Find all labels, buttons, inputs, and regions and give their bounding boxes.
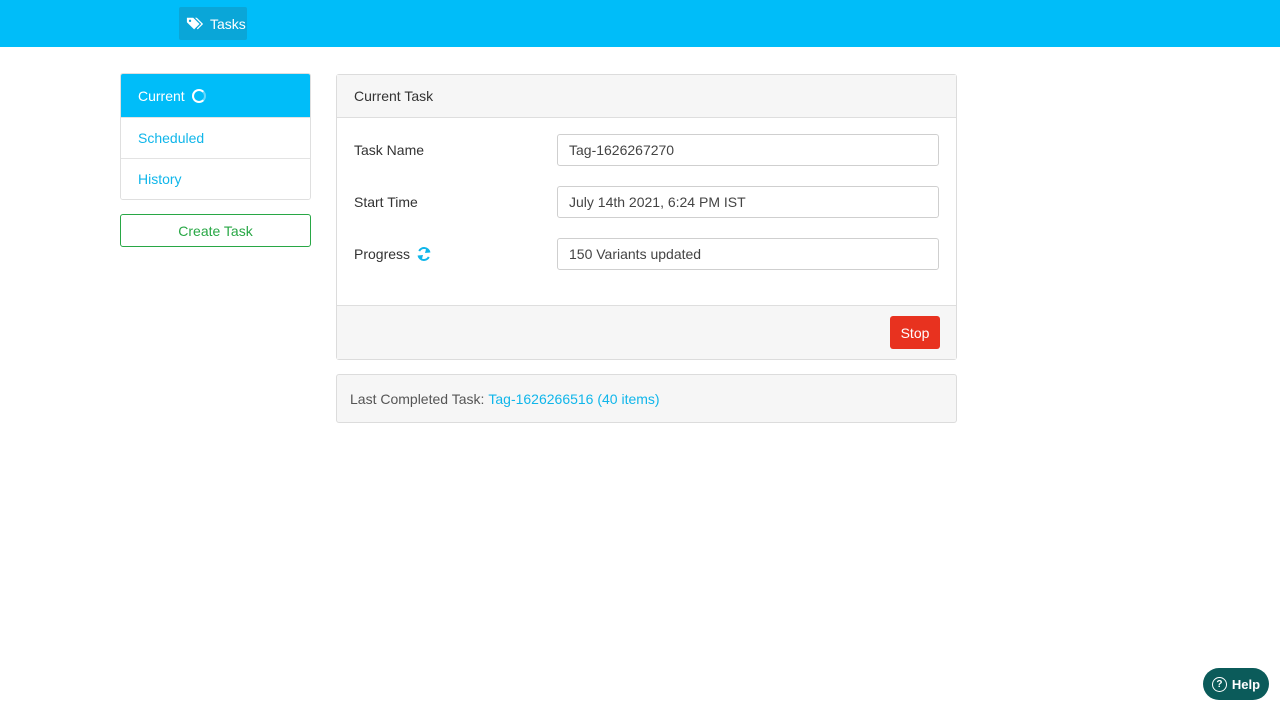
sidebar-item-label: History (138, 171, 182, 187)
loading-spinner-icon (191, 88, 206, 103)
sidebar-item-history[interactable]: History (121, 158, 310, 199)
task-name-label: Task Name (354, 142, 425, 158)
sidebar-item-scheduled[interactable]: Scheduled (121, 117, 310, 158)
sidebar-item-current[interactable]: Current (121, 74, 310, 117)
sidebar-item-label: Scheduled (138, 130, 205, 146)
start-time-label: Start Time (354, 194, 418, 210)
sidebar: Current Scheduled History Create Task (120, 73, 311, 247)
task-name-field[interactable]: Tag-1626267270 (557, 134, 939, 166)
brand-label: Tasks (210, 15, 246, 32)
sidebar-item-label: Current (138, 87, 185, 104)
start-time-row: Start Time July 14th 2021, 6:24 PM IST (354, 186, 939, 218)
last-completed-prefix: Last Completed Task: (350, 390, 485, 407)
task-nav-list: Current Scheduled History (120, 73, 311, 200)
question-circle-icon: ? (1211, 676, 1227, 692)
start-time-field[interactable]: July 14th 2021, 6:24 PM IST (557, 186, 939, 218)
task-name-row: Task Name Tag-1626267270 (354, 134, 939, 166)
last-completed-panel: Last Completed Task: Tag-1626266516 (40 … (336, 374, 957, 423)
top-navbar: Tasks (0, 0, 1280, 47)
progress-label-group: Progress (354, 246, 557, 262)
card-title: Current Task (337, 75, 956, 118)
last-completed-task-link[interactable]: Tag-1626266516 (40 items) (488, 391, 659, 407)
tasks-nav-button[interactable]: Tasks (179, 7, 247, 40)
stop-button[interactable]: Stop (890, 316, 940, 349)
progress-label: Progress (354, 246, 411, 262)
progress-row: Progress 150 Variants updated (354, 238, 939, 270)
tags-icon (186, 17, 204, 29)
progress-field[interactable]: 150 Variants updated (557, 238, 939, 270)
help-button[interactable]: ? Help (1203, 668, 1269, 700)
current-task-card: Current Task Task Name Tag-1626267270 St… (336, 74, 957, 360)
card-footer: Stop (337, 305, 956, 359)
create-task-button[interactable]: Create Task (120, 214, 311, 247)
help-label: Help (1231, 676, 1261, 692)
sync-icon (417, 247, 431, 261)
